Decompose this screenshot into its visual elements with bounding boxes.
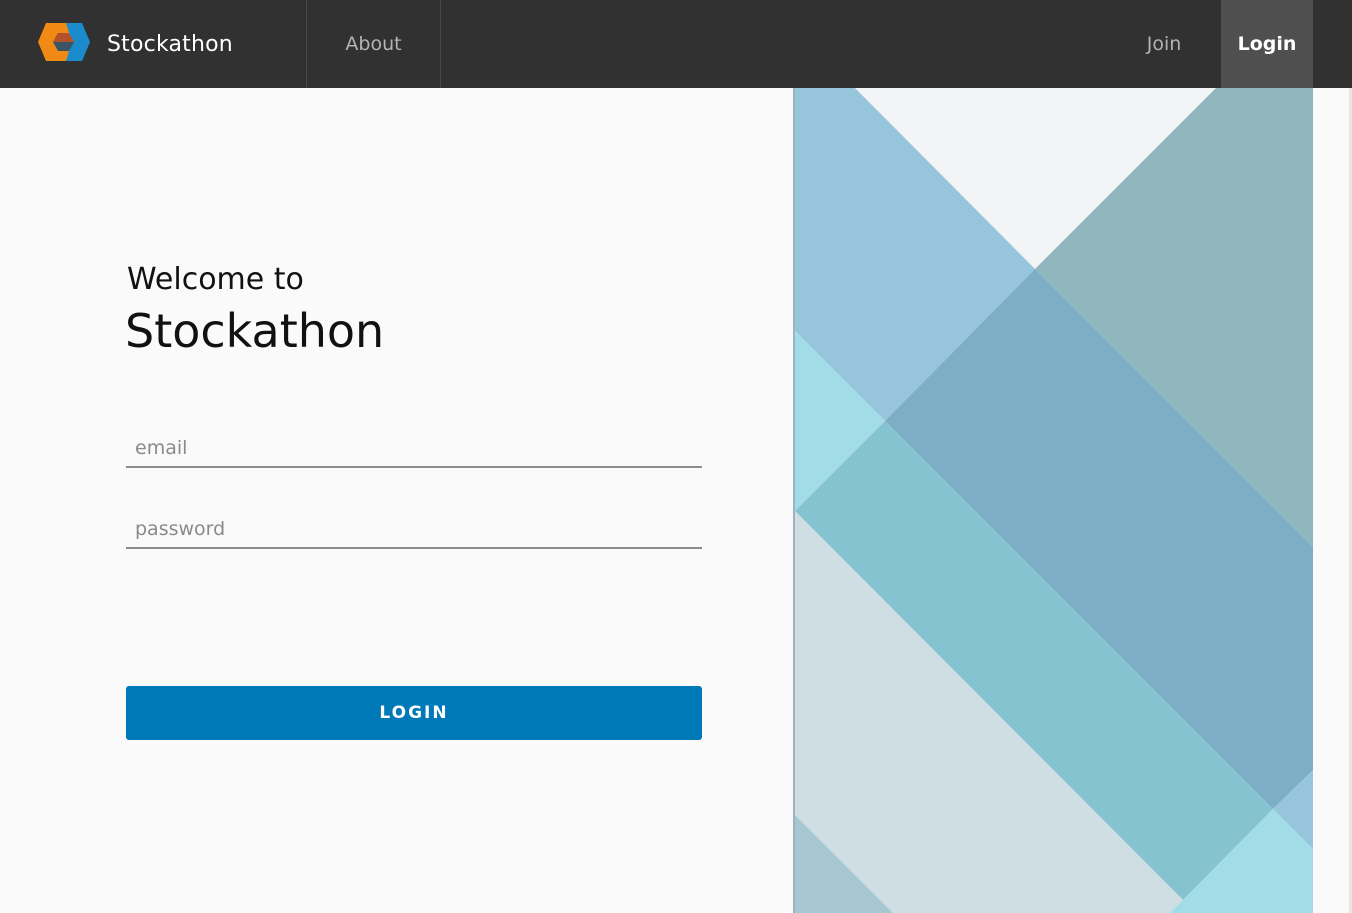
decorative-illustration	[793, 88, 1315, 913]
header: Stockathon About Join Login	[0, 0, 1352, 88]
password-field[interactable]	[126, 507, 702, 549]
nav-join[interactable]: Join	[1107, 0, 1221, 88]
header-spacer	[441, 0, 1107, 88]
logo-icon	[36, 21, 91, 67]
email-field[interactable]	[126, 426, 702, 468]
app-name: Stockathon	[107, 31, 233, 57]
nav-login[interactable]: Login	[1221, 0, 1313, 88]
login-title: Stockathon	[125, 304, 385, 358]
header-gap	[1313, 0, 1352, 88]
brand-link[interactable]: Stockathon	[0, 0, 307, 88]
page-margin	[1313, 88, 1352, 913]
login-panel: Welcome to Stockathon LOGIN	[0, 88, 793, 913]
login-button[interactable]: LOGIN	[126, 686, 702, 740]
nav-about[interactable]: About	[307, 0, 441, 88]
welcome-text: Welcome to	[127, 262, 304, 297]
